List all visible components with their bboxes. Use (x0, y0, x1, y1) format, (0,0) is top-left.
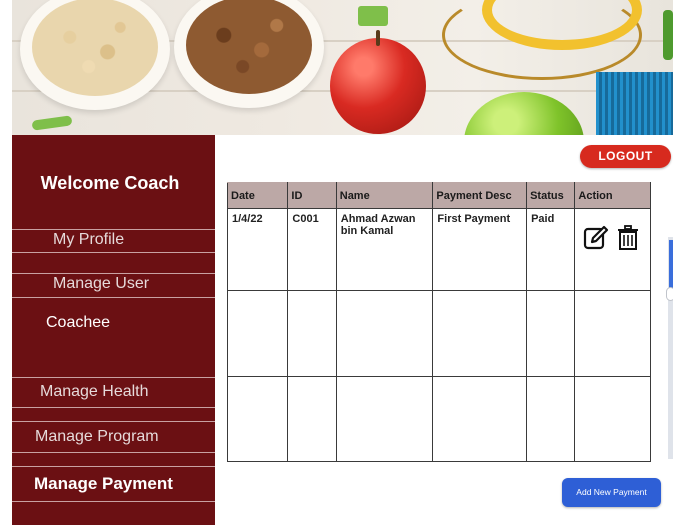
red-apple-image (330, 30, 426, 134)
nav-divider (12, 252, 215, 253)
hero-banner (12, 0, 673, 135)
sidebar-item-manage-health[interactable]: Manage Health (40, 383, 210, 401)
payments-table: Date ID Name Payment Desc Status Action … (226, 182, 651, 463)
column-header-action: Action (574, 182, 651, 209)
nav-divider (12, 421, 215, 422)
sidebar-item-manage-payment[interactable]: Manage Payment (34, 474, 214, 494)
scroll-handle[interactable] (666, 287, 673, 301)
table-row: 1/4/22 C001 Ahmad Azwan bin Kamal First … (226, 207, 651, 292)
nav-divider (12, 229, 215, 230)
nav-divider (12, 297, 215, 298)
cell-status: Paid (526, 207, 576, 292)
towel-image (596, 72, 673, 135)
column-header-date: Date (226, 182, 289, 209)
nav-divider (12, 377, 215, 378)
nav-divider (12, 452, 215, 453)
leaf-decoration (31, 115, 73, 131)
celery-image (358, 6, 388, 26)
edit-icon[interactable] (583, 225, 609, 254)
welcome-heading: Welcome Coach (40, 173, 180, 193)
leaf-decoration (663, 10, 673, 60)
cell-date: 1/4/22 (226, 207, 289, 292)
table-row (226, 375, 651, 463)
nav-divider (12, 273, 215, 274)
column-header-name: Name (335, 182, 434, 209)
oats-bowl-image (20, 0, 170, 110)
sidebar-item-manage-program[interactable]: Manage Program (35, 428, 213, 446)
green-apple-image (464, 92, 584, 135)
column-header-id: ID (287, 182, 337, 209)
table-header-row: Date ID Name Payment Desc Status Action (226, 182, 651, 209)
nav-divider (12, 501, 215, 502)
column-header-payment-desc: Payment Desc (432, 182, 528, 209)
sidebar-item-my-profile[interactable]: My Profile (53, 231, 213, 249)
table-row (226, 290, 651, 377)
cell-action (574, 207, 651, 292)
cell-payment-desc: First Payment (432, 207, 528, 292)
column-header-status: Status (526, 182, 576, 209)
cell-id: C001 (287, 207, 337, 292)
nav-divider (12, 407, 215, 408)
sidebar: Welcome Coach My Profile Manage User Coa… (12, 135, 215, 525)
add-new-payment-button[interactable]: Add New Payment (562, 478, 661, 507)
cell-name: Ahmad Azwan bin Kamal (335, 207, 434, 292)
sidebar-item-manage-user[interactable]: Manage User (53, 275, 213, 293)
trash-icon[interactable] (617, 225, 639, 254)
nav-divider (12, 466, 215, 467)
sidebar-item-coachee[interactable]: Coachee (46, 314, 206, 332)
logout-button[interactable]: LOGOUT (580, 145, 671, 168)
